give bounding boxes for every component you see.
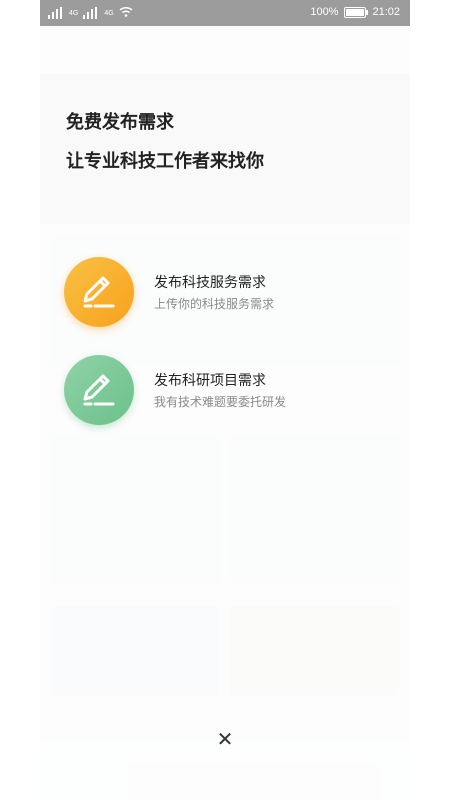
publish-overlay: 免费发布需求 让专业科技工作者来找你 发布科技服务需求 上传你的科技服务需求 发… (40, 26, 410, 800)
option-subtitle: 上传你的科技服务需求 (154, 297, 275, 311)
wifi-icon (119, 6, 133, 20)
option-subtitle: 我有技术难题要委托研发 (154, 395, 287, 409)
close-icon[interactable]: ✕ (215, 730, 235, 750)
headline-2: 让专业科技工作者来找你 (66, 151, 264, 171)
green-circle (64, 355, 134, 425)
battery-icon (344, 6, 369, 18)
clock: 21:02 (372, 6, 400, 18)
status-bar: 4G 4G 100% 21:02 (40, 0, 410, 26)
phone-screen: 4G 4G 100% 21:02 免费发布需求 让专业科技工作者来找你 发布科技… (40, 0, 410, 800)
status-right: 100% 21:02 (310, 6, 400, 18)
status-left: 4G 4G (48, 6, 133, 20)
edit-icon (83, 276, 115, 308)
option-title: 发布科研项目需求 (154, 372, 266, 388)
network-type-1: 4G (69, 9, 79, 17)
option-title: 发布科技服务需求 (154, 274, 266, 290)
network-type-2: 4G (104, 9, 114, 17)
battery-percent: 100% (310, 6, 339, 18)
signal-icon (48, 7, 64, 19)
option-tech-service[interactable]: 发布科技服务需求 上传你的科技服务需求 (64, 257, 394, 329)
orange-circle (64, 257, 134, 327)
option-research-project[interactable]: 发布科研项目需求 我有技术难题要委托研发 (64, 355, 394, 427)
signal-icon (83, 7, 99, 19)
edit-icon (83, 374, 115, 406)
headline-1: 免费发布需求 (66, 112, 174, 132)
